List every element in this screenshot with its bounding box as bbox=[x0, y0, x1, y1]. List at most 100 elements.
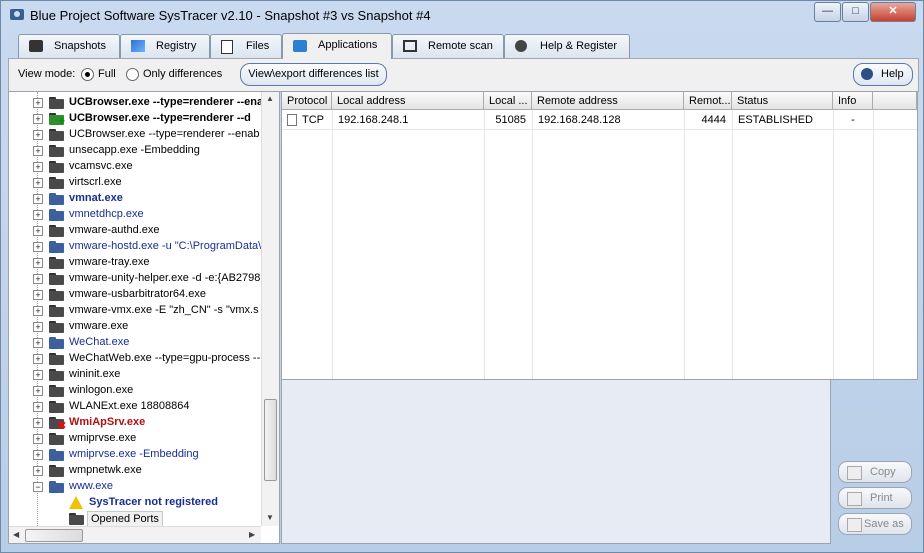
column-header[interactable]: Protocol bbox=[282, 92, 332, 110]
grid-line bbox=[684, 110, 685, 379]
expand-icon[interactable]: + bbox=[33, 146, 43, 156]
tree-vertical-scrollbar[interactable]: ▲ ▼ bbox=[261, 92, 279, 526]
scroll-left-icon[interactable]: ◀ bbox=[13, 530, 19, 539]
tab-registry[interactable]: Registry bbox=[120, 34, 210, 58]
print-button[interactable]: Print bbox=[838, 487, 912, 509]
tree-row[interactable]: + wmiprvse.exe -Embedding bbox=[9, 447, 261, 463]
export-differences-button[interactable]: View\export differences list bbox=[240, 63, 387, 86]
expand-icon[interactable]: + bbox=[33, 114, 43, 124]
tree-row[interactable]: + wmiprvse.exe bbox=[9, 431, 261, 447]
expand-icon[interactable]: + bbox=[33, 402, 43, 412]
column-header[interactable]: Remot... bbox=[684, 92, 732, 110]
expand-icon[interactable]: + bbox=[33, 162, 43, 172]
expand-icon[interactable]: + bbox=[33, 322, 43, 332]
tree-row[interactable]: + vmware-unity-helper.exe -d -e:{AB2798 bbox=[9, 271, 261, 287]
expand-icon[interactable]: + bbox=[33, 306, 43, 316]
title-bar[interactable]: Blue Project Software SysTracer v2.10 - … bbox=[1, 1, 923, 29]
table-row[interactable]: TCP 192.168.248.1 51085 192.168.248.128 4444… bbox=[282, 111, 917, 130]
expand-icon[interactable]: + bbox=[33, 290, 43, 300]
tree-row-label: unsecapp.exe -Embedding bbox=[69, 144, 200, 156]
connections-grid: Protocol Local address Local ... Remote add… bbox=[281, 91, 918, 380]
copy-button[interactable]: Copy bbox=[838, 461, 912, 483]
applications-icon bbox=[293, 40, 307, 52]
tree-row-label: WLANExt.exe 18808864 bbox=[69, 400, 190, 412]
maximize-icon: □ bbox=[852, 5, 859, 17]
tree-row[interactable]: + wmpnetwk.exe bbox=[9, 463, 261, 479]
expand-icon[interactable]: + bbox=[33, 210, 43, 220]
column-header[interactable]: Local address bbox=[332, 92, 484, 110]
tree-row-label: wmiprvse.exe bbox=[69, 432, 137, 444]
tab-files[interactable]: Files bbox=[210, 34, 282, 58]
folder-icon bbox=[49, 289, 65, 301]
expand-icon[interactable]: + bbox=[33, 194, 43, 204]
table-cell: 192.168.248.128 bbox=[538, 114, 621, 126]
expand-icon[interactable]: + bbox=[33, 466, 43, 476]
expand-icon[interactable]: + bbox=[33, 242, 43, 252]
maximize-button[interactable]: □ bbox=[842, 2, 869, 22]
tree-child-row[interactable]: Opened Ports bbox=[9, 511, 261, 526]
folder-icon bbox=[49, 305, 65, 317]
grid-line bbox=[532, 110, 533, 379]
tree-row[interactable]: + + UCBrowser.exe --type=renderer --d bbox=[9, 111, 261, 128]
tree-row[interactable]: + vmware-vmx.exe -E "zh_CN" -s "vmx.s bbox=[9, 303, 261, 319]
expand-icon[interactable]: + bbox=[33, 354, 43, 364]
help-button[interactable]: Help bbox=[853, 63, 913, 86]
scroll-down-icon[interactable]: ▼ bbox=[266, 513, 274, 522]
only-differences-label[interactable]: Only differences bbox=[143, 68, 222, 80]
tree-row[interactable]: + vmnat.exe bbox=[9, 191, 261, 207]
scroll-right-icon[interactable]: ▶ bbox=[249, 530, 255, 539]
tree-row[interactable]: + vmnetdhcp.exe bbox=[9, 207, 261, 223]
column-header[interactable]: Status bbox=[732, 92, 833, 110]
expand-icon[interactable]: + bbox=[33, 370, 43, 380]
horizontal-scroll-thumb[interactable] bbox=[25, 529, 83, 542]
full-radio[interactable] bbox=[81, 68, 94, 81]
tree-row[interactable]: + ✖ WmiApSrv.exe bbox=[9, 415, 261, 432]
expand-icon[interactable]: + bbox=[33, 274, 43, 284]
expand-icon[interactable]: + bbox=[33, 178, 43, 188]
vertical-scroll-thumb[interactable] bbox=[264, 399, 277, 481]
main-window: Blue Project Software SysTracer v2.10 - … bbox=[0, 0, 924, 553]
tree-row[interactable]: + UCBrowser.exe --type=renderer --enab bbox=[9, 95, 261, 111]
expand-icon[interactable]: + bbox=[33, 434, 43, 444]
expand-icon[interactable]: + bbox=[33, 226, 43, 236]
save-as-button[interactable]: Save as bbox=[838, 513, 912, 535]
tree-row[interactable]: + vmware-tray.exe bbox=[9, 255, 261, 271]
tab-snapshots[interactable]: Snapshots bbox=[18, 34, 120, 58]
tree-row[interactable]: + UCBrowser.exe --type=renderer --enab bbox=[9, 127, 261, 143]
close-button[interactable]: ✕ bbox=[870, 2, 916, 22]
tab-help-register[interactable]: Help & Register bbox=[504, 34, 630, 58]
scroll-up-icon[interactable]: ▲ bbox=[266, 94, 274, 103]
tree-row[interactable]: + WeChat.exe bbox=[9, 335, 261, 351]
tree-horizontal-scrollbar[interactable]: ◀ ▶ bbox=[9, 526, 261, 543]
collapse-icon[interactable]: − bbox=[33, 482, 43, 492]
tree-row[interactable]: + vcamsvc.exe bbox=[9, 159, 261, 175]
column-header[interactable]: Remote address bbox=[532, 92, 684, 110]
tree-row[interactable]: + virtscrl.exe bbox=[9, 175, 261, 191]
full-label[interactable]: Full bbox=[98, 68, 116, 80]
tab-remote-scan[interactable]: Remote scan bbox=[392, 34, 504, 58]
tree-row[interactable]: + vmware-usbarbitrator64.exe bbox=[9, 287, 261, 303]
expand-icon[interactable]: + bbox=[33, 450, 43, 460]
table-cell: - bbox=[851, 114, 855, 126]
tree-row[interactable]: + WeChatWeb.exe --type=gpu-process -- bbox=[9, 351, 261, 367]
tree-row[interactable]: + unsecapp.exe -Embedding bbox=[9, 143, 261, 159]
expand-icon[interactable]: + bbox=[33, 258, 43, 268]
expand-icon[interactable]: + bbox=[33, 130, 43, 140]
tree-row[interactable]: + vmware-hostd.exe -u "C:\ProgramData\ bbox=[9, 239, 261, 255]
tree-row[interactable]: + wininit.exe bbox=[9, 367, 261, 383]
minimize-button[interactable]: — bbox=[814, 2, 841, 22]
expand-icon[interactable]: + bbox=[33, 338, 43, 348]
tree-row[interactable]: − www.exe bbox=[9, 479, 261, 495]
expand-icon[interactable]: + bbox=[33, 418, 43, 428]
expand-icon[interactable]: + bbox=[33, 386, 43, 396]
tree-row[interactable]: + vmware-authd.exe bbox=[9, 223, 261, 239]
only-differences-radio[interactable] bbox=[126, 68, 139, 81]
tab-applications[interactable]: Applications bbox=[282, 33, 392, 59]
tree-row[interactable]: + winlogon.exe bbox=[9, 383, 261, 399]
tree-row[interactable]: + vmware.exe bbox=[9, 319, 261, 335]
column-header[interactable]: Local ... bbox=[484, 92, 532, 110]
tree-child-row[interactable]: SysTracer not registered bbox=[9, 495, 261, 511]
expand-icon[interactable]: + bbox=[33, 98, 43, 108]
column-header[interactable]: Info bbox=[833, 92, 873, 110]
tree-row[interactable]: + WLANExt.exe 18808864 bbox=[9, 399, 261, 415]
